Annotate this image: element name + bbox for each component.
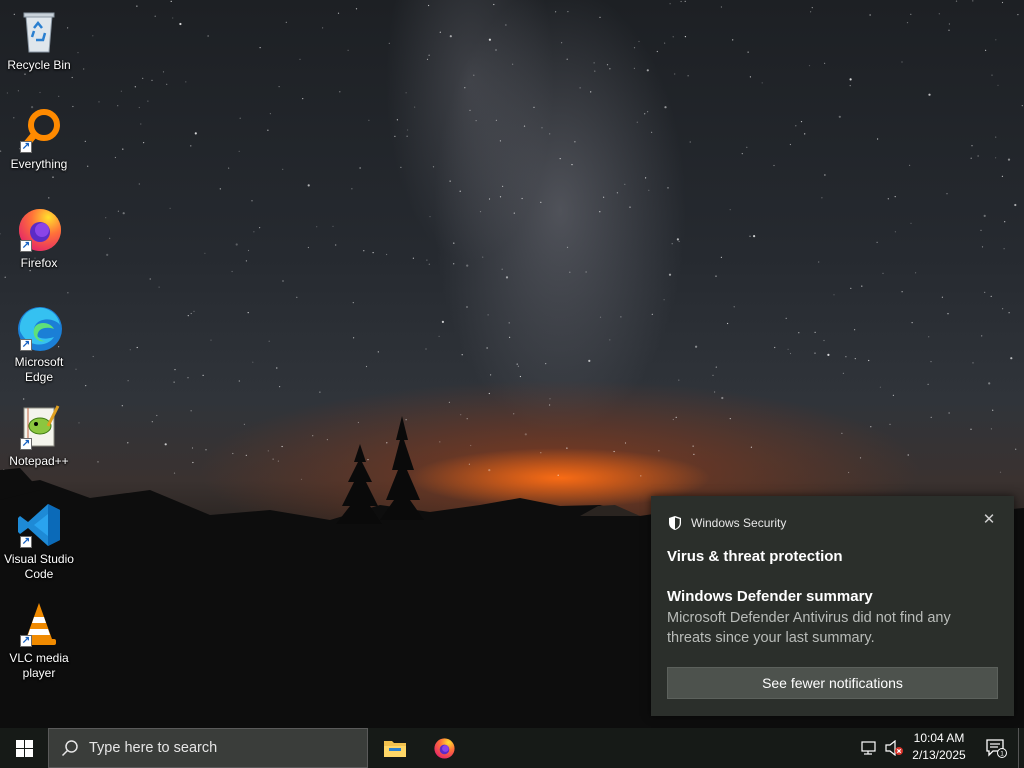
desktop-icon-vlc-media-player[interactable]: ↗ VLC media player bbox=[4, 599, 74, 681]
clock-time: 10:04 AM bbox=[913, 731, 965, 745]
see-fewer-notifications-button[interactable]: See fewer notifications bbox=[667, 667, 998, 699]
desktop-icon-label: Recycle Bin bbox=[7, 58, 71, 72]
shortcut-arrow-icon: ↗ bbox=[20, 141, 32, 153]
taskbar-firefox[interactable] bbox=[420, 728, 468, 768]
recycle-bin-icon bbox=[23, 12, 55, 53]
tray-network[interactable] bbox=[858, 728, 882, 768]
desktop-icon-label: Visual Studio Code bbox=[4, 552, 74, 581]
shortcut-arrow-icon: ↗ bbox=[20, 339, 32, 351]
desktop-wallpaper: Recycle Bin ↗ Everything ↗ Firefox ↗ Mic… bbox=[0, 0, 1024, 728]
shortcut-arrow-icon: ↗ bbox=[20, 635, 32, 647]
desktop-icon-label: Notepad++ bbox=[9, 454, 69, 468]
desktop-icon-visual-studio-code[interactable]: ↗ Visual Studio Code bbox=[4, 500, 74, 582]
notification-summary-body: Microsoft Defender Antivirus did not fin… bbox=[667, 610, 951, 646]
notification-toast[interactable]: Windows Security ✕ Virus & threat protec… bbox=[651, 496, 1014, 716]
taskbar: Type here to search 10:04 AM 2/13/2025 1 bbox=[0, 728, 1024, 768]
search-icon bbox=[61, 740, 78, 757]
action-center-button[interactable]: 1 bbox=[976, 728, 1016, 768]
desktop-icon-label: Everything bbox=[10, 157, 68, 171]
desktop-icon-label: VLC media player bbox=[9, 651, 69, 680]
desktop-icon-recycle-bin[interactable]: Recycle Bin bbox=[4, 6, 74, 73]
shield-icon bbox=[669, 516, 681, 530]
shortcut-arrow-icon: ↗ bbox=[20, 438, 32, 450]
start-button[interactable] bbox=[0, 728, 48, 768]
notification-app-name: Windows Security bbox=[691, 516, 787, 530]
desktop-icon-notepad-plus-plus[interactable]: ↗ Notepad++ bbox=[4, 402, 74, 469]
shortcut-arrow-icon: ↗ bbox=[20, 536, 32, 548]
tray-volume[interactable] bbox=[882, 728, 906, 768]
notification-center-icon: 1 bbox=[986, 739, 1007, 758]
notification-app-row: Windows Security bbox=[667, 514, 786, 532]
notification-summary-title: Windows Defender summary bbox=[667, 588, 873, 605]
notification-count: 1 bbox=[1000, 751, 1004, 758]
volume-muted-icon bbox=[885, 740, 903, 756]
search-box[interactable]: Type here to search bbox=[48, 728, 368, 768]
firefox-icon bbox=[434, 738, 455, 759]
network-icon bbox=[861, 741, 876, 755]
desktop-icon-everything[interactable]: ↗ Everything bbox=[4, 105, 74, 172]
desktop-icon-label: Microsoft Edge bbox=[14, 355, 64, 384]
close-icon[interactable]: ✕ bbox=[982, 512, 996, 527]
notification-headline: Virus & threat protection bbox=[667, 548, 843, 565]
desktop-icon-firefox[interactable]: ↗ Firefox bbox=[4, 204, 74, 271]
desktop-icon-microsoft-edge[interactable]: ↗ Microsoft Edge bbox=[4, 303, 74, 385]
file-explorer-icon bbox=[384, 741, 406, 757]
taskbar-file-explorer[interactable] bbox=[371, 728, 419, 768]
search-placeholder: Type here to search bbox=[89, 740, 218, 756]
windows-logo-icon bbox=[15, 739, 33, 757]
clock[interactable]: 10:04 AM 2/13/2025 bbox=[906, 730, 972, 766]
desktop-icon-label: Firefox bbox=[20, 256, 58, 270]
show-desktop-button[interactable] bbox=[1018, 728, 1024, 768]
shortcut-arrow-icon: ↗ bbox=[20, 240, 32, 252]
clock-date: 2/13/2025 bbox=[912, 748, 966, 762]
